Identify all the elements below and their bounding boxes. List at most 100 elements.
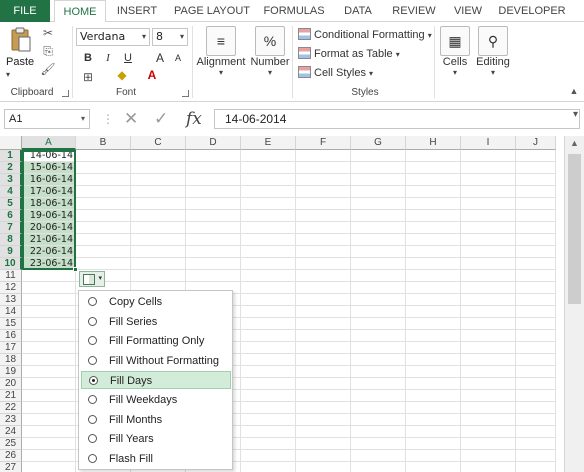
row-header-17[interactable]: 17 (0, 342, 22, 354)
editing-button[interactable]: ⚲ Editing ▾ (474, 26, 512, 77)
cell-h14[interactable] (406, 306, 461, 318)
cell-i27[interactable] (461, 462, 516, 472)
cell-h16[interactable] (406, 330, 461, 342)
cell-h15[interactable] (406, 318, 461, 330)
row-header-11[interactable]: 11 (0, 270, 22, 282)
row-header-26[interactable]: 26 (0, 450, 22, 462)
cell-h8[interactable] (406, 234, 461, 246)
cell-d11[interactable] (186, 270, 241, 282)
cell-e13[interactable] (241, 294, 296, 306)
cell-g7[interactable] (351, 222, 406, 234)
cell-f20[interactable] (296, 378, 351, 390)
cell-a15[interactable] (22, 318, 76, 330)
row-header-14[interactable]: 14 (0, 306, 22, 318)
cell-j19[interactable] (516, 366, 556, 378)
cell-a9[interactable]: 22-06-14 (22, 246, 76, 258)
enter-icon[interactable]: ✓ (154, 109, 168, 129)
cell-e9[interactable] (241, 246, 296, 258)
cell-c4[interactable] (131, 186, 186, 198)
cell-i4[interactable] (461, 186, 516, 198)
cell-a10[interactable]: 23-06-14 (22, 258, 76, 270)
cell-j20[interactable] (516, 378, 556, 390)
menu-item-copy-cells[interactable]: Copy Cells (81, 293, 231, 311)
cell-i20[interactable] (461, 378, 516, 390)
cell-f18[interactable] (296, 354, 351, 366)
cell-i13[interactable] (461, 294, 516, 306)
cell-i7[interactable] (461, 222, 516, 234)
cell-g15[interactable] (351, 318, 406, 330)
cell-b4[interactable] (76, 186, 131, 198)
row-header-21[interactable]: 21 (0, 390, 22, 402)
cell-b2[interactable] (76, 162, 131, 174)
row-header-6[interactable]: 6 (0, 210, 22, 222)
tab-formulas[interactable]: FORMULAS (262, 0, 326, 22)
cell-a20[interactable] (22, 378, 76, 390)
cell-h12[interactable] (406, 282, 461, 294)
cell-d1[interactable] (186, 150, 241, 162)
font-size-select[interactable]: 8 ▾ (152, 28, 188, 46)
cell-e1[interactable] (241, 150, 296, 162)
row-header-19[interactable]: 19 (0, 366, 22, 378)
cell-j15[interactable] (516, 318, 556, 330)
cell-f11[interactable] (296, 270, 351, 282)
cell-d10[interactable] (186, 258, 241, 270)
menu-item-fill-formatting-only[interactable]: Fill Formatting Only (81, 332, 231, 350)
row-header-2[interactable]: 2 (0, 162, 22, 174)
cell-i17[interactable] (461, 342, 516, 354)
cell-i25[interactable] (461, 438, 516, 450)
copy-icon[interactable]: ⎘ (40, 44, 56, 58)
cell-i9[interactable] (461, 246, 516, 258)
cell-e15[interactable] (241, 318, 296, 330)
cell-f9[interactable] (296, 246, 351, 258)
cell-b6[interactable] (76, 210, 131, 222)
cell-c3[interactable] (131, 174, 186, 186)
row-header-9[interactable]: 9 (0, 246, 22, 258)
cell-g26[interactable] (351, 450, 406, 462)
cell-a1[interactable]: 14-06-14 (22, 150, 76, 162)
cell-e2[interactable] (241, 162, 296, 174)
cell-h6[interactable] (406, 210, 461, 222)
cell-f15[interactable] (296, 318, 351, 330)
tab-file[interactable]: FILE (0, 0, 50, 22)
format-as-table-button[interactable]: Format as Table ▾ (298, 45, 400, 63)
cell-a3[interactable]: 16-06-14 (22, 174, 76, 186)
cell-c11[interactable] (131, 270, 186, 282)
cell-d3[interactable] (186, 174, 241, 186)
cell-b3[interactable] (76, 174, 131, 186)
clipboard-launcher-icon[interactable] (62, 90, 69, 97)
cell-e8[interactable] (241, 234, 296, 246)
font-launcher-icon[interactable] (182, 90, 189, 97)
cell-j21[interactable] (516, 390, 556, 402)
cell-j17[interactable] (516, 342, 556, 354)
row-header-3[interactable]: 3 (0, 174, 22, 186)
cell-j25[interactable] (516, 438, 556, 450)
row-header-18[interactable]: 18 (0, 354, 22, 366)
cell-g20[interactable] (351, 378, 406, 390)
cell-g2[interactable] (351, 162, 406, 174)
cell-h20[interactable] (406, 378, 461, 390)
row-header-23[interactable]: 23 (0, 414, 22, 426)
cell-c2[interactable] (131, 162, 186, 174)
cell-f16[interactable] (296, 330, 351, 342)
fill-color-icon[interactable]: ◆ (114, 68, 130, 82)
cell-i11[interactable] (461, 270, 516, 282)
cell-h24[interactable] (406, 426, 461, 438)
column-header-c[interactable]: C (131, 136, 186, 150)
cell-g4[interactable] (351, 186, 406, 198)
cell-d6[interactable] (186, 210, 241, 222)
cell-e4[interactable] (241, 186, 296, 198)
cell-j14[interactable] (516, 306, 556, 318)
cell-a21[interactable] (22, 390, 76, 402)
cell-h27[interactable] (406, 462, 461, 472)
cell-f25[interactable] (296, 438, 351, 450)
vertical-scrollbar[interactable]: ▲ (564, 136, 584, 472)
cell-g8[interactable] (351, 234, 406, 246)
cell-g16[interactable] (351, 330, 406, 342)
cell-d9[interactable] (186, 246, 241, 258)
cell-h25[interactable] (406, 438, 461, 450)
column-header-b[interactable]: B (76, 136, 131, 150)
cell-g10[interactable] (351, 258, 406, 270)
cell-j16[interactable] (516, 330, 556, 342)
cell-c9[interactable] (131, 246, 186, 258)
cell-e25[interactable] (241, 438, 296, 450)
